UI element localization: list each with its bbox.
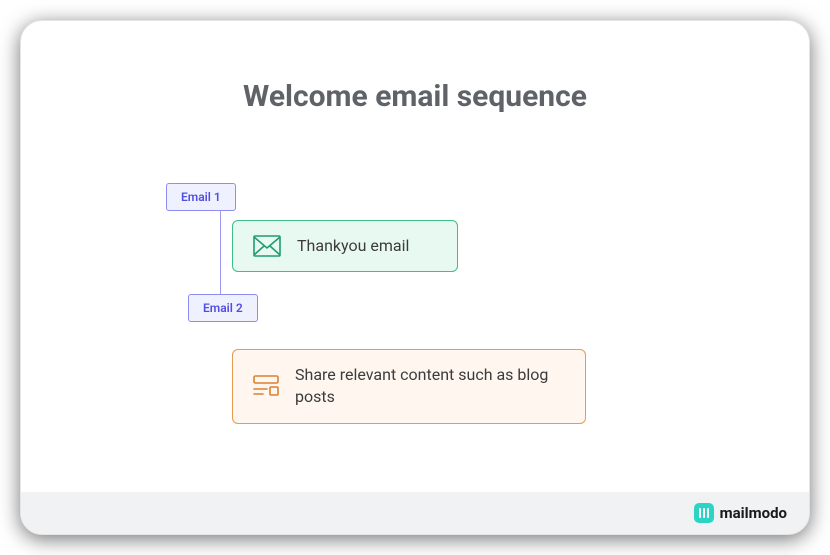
step-tag-2-label: Email 2 (203, 301, 243, 315)
footer-bar: mailmodo (21, 492, 809, 534)
step-card-2-label: Share relevant content such as blog post… (295, 364, 565, 409)
sequence-diagram: Email 1 Thankyou email Email 2 (21, 21, 809, 534)
mail-icon (253, 235, 281, 257)
step-card-2: Share relevant content such as blog post… (232, 349, 586, 424)
content-list-icon (253, 375, 279, 397)
step-tag-1-label: Email 1 (181, 190, 221, 204)
diagram-frame: Welcome email sequence Email 1 Thankyou … (20, 20, 810, 535)
mailmodo-logo-text: mailmodo (720, 504, 787, 522)
step-card-1-label: Thankyou email (297, 235, 437, 257)
step-tag-1: Email 1 (166, 183, 236, 211)
connector-line (220, 210, 221, 294)
step-tag-2: Email 2 (188, 294, 258, 322)
step-card-1: Thankyou email (232, 220, 458, 272)
mailmodo-logo-icon (694, 503, 714, 523)
